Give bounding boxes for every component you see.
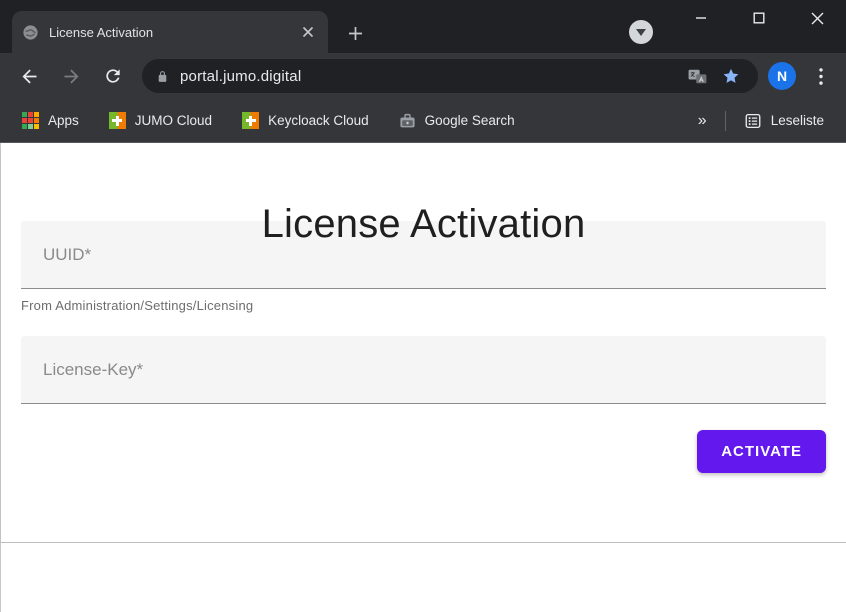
bookmark-label: Apps: [48, 113, 79, 128]
page-title: License Activation: [1, 143, 846, 200]
bookmark-keycloack-cloud[interactable]: Keycloack Cloud: [234, 107, 377, 134]
bookmarks-overflow-chevron[interactable]: »: [690, 108, 715, 134]
activate-button[interactable]: ACTIVATE: [697, 430, 826, 473]
new-tab-button[interactable]: [341, 19, 369, 47]
tab-license-activation[interactable]: License Activation: [12, 11, 328, 53]
tab-search-button[interactable]: [629, 20, 653, 44]
bookmark-label: Keycloack Cloud: [268, 113, 369, 128]
lock-icon: [156, 69, 169, 84]
profile-avatar[interactable]: N: [768, 62, 796, 90]
minimize-button[interactable]: [672, 0, 730, 36]
tab-title: License Activation: [49, 25, 298, 40]
bookmarks-divider: [725, 111, 726, 131]
bookmarks-bar: Apps JUMO Cloud Keycloack Cloud Google S…: [0, 99, 846, 143]
license-activation-card: License Activation From Administration/S…: [1, 143, 846, 543]
bookmark-google-search[interactable]: Google Search: [391, 108, 523, 134]
footer-area: [1, 543, 846, 611]
window-controls: [672, 0, 846, 36]
briefcase-favicon-icon: [399, 113, 416, 129]
license-key-input[interactable]: [21, 336, 826, 404]
browser-window: License Activation: [0, 0, 846, 612]
bookmark-label: JUMO Cloud: [135, 113, 212, 128]
tab-close-icon[interactable]: [298, 22, 318, 42]
bookmark-label: Google Search: [425, 113, 515, 128]
license-form: From Administration/Settings/Licensing A…: [1, 221, 846, 473]
close-window-button[interactable]: [788, 0, 846, 36]
apps-grid-icon: [22, 112, 39, 129]
button-row: ACTIVATE: [21, 430, 826, 473]
jumo-favicon-icon: [242, 112, 259, 129]
globe-favicon-icon: [22, 24, 39, 41]
reading-list-icon: [744, 112, 762, 130]
maximize-button[interactable]: [730, 0, 788, 36]
browser-menu-icon[interactable]: [806, 61, 836, 91]
address-bar[interactable]: portal.jumo.digital: [142, 59, 758, 93]
jumo-favicon-icon: [109, 112, 126, 129]
profile-initial: N: [777, 68, 787, 84]
url-text: portal.jumo.digital: [180, 68, 676, 85]
forward-button[interactable]: [53, 58, 89, 94]
reload-button[interactable]: [95, 58, 131, 94]
tab-strip: License Activation: [0, 0, 846, 53]
page-content: License Activation From Administration/S…: [0, 143, 846, 612]
bookmark-apps[interactable]: Apps: [14, 107, 87, 134]
bookmark-jumo-cloud[interactable]: JUMO Cloud: [101, 107, 220, 134]
translate-icon[interactable]: [684, 63, 710, 89]
browser-toolbar: portal.jumo.digital N: [0, 53, 846, 99]
back-button[interactable]: [11, 58, 47, 94]
reading-list-label: Leseliste: [771, 113, 824, 128]
bookmark-star-icon[interactable]: [718, 63, 744, 89]
reading-list-button[interactable]: Leseliste: [736, 107, 832, 135]
uuid-hint-text: From Administration/Settings/Licensing: [21, 298, 826, 313]
